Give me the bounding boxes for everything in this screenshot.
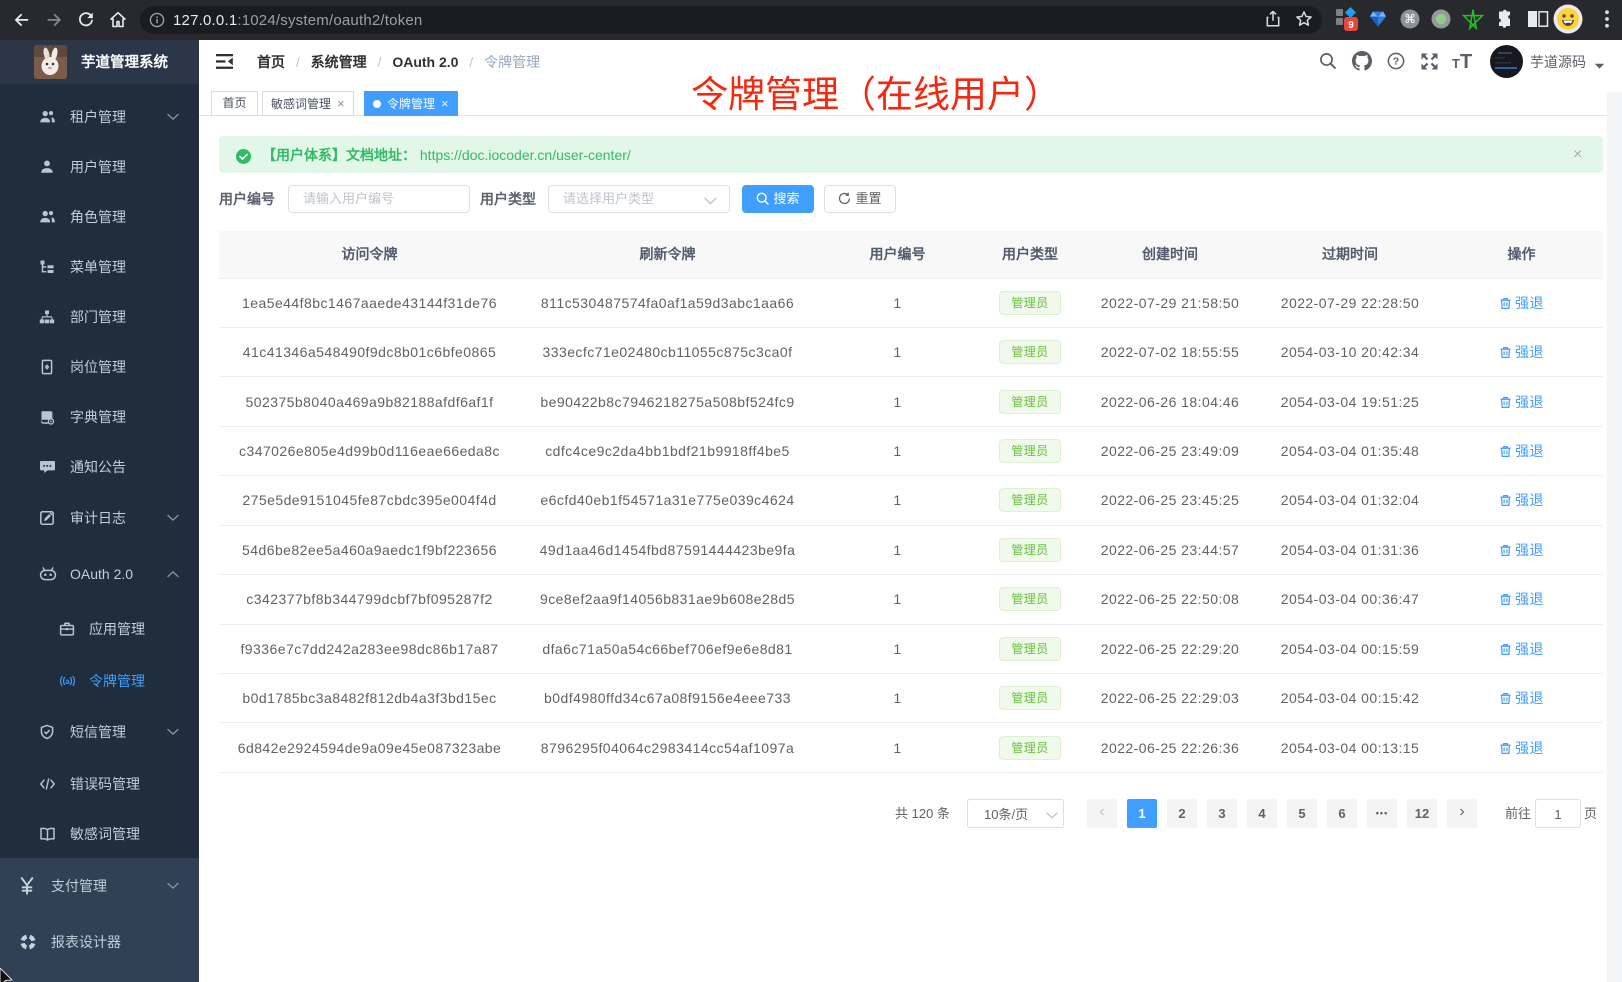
svg-text:a: a: [65, 677, 70, 686]
svg-text:9: 9: [1348, 20, 1354, 31]
svg-text:?: ?: [1393, 56, 1399, 68]
svg-text:⌘: ⌘: [1404, 12, 1416, 26]
